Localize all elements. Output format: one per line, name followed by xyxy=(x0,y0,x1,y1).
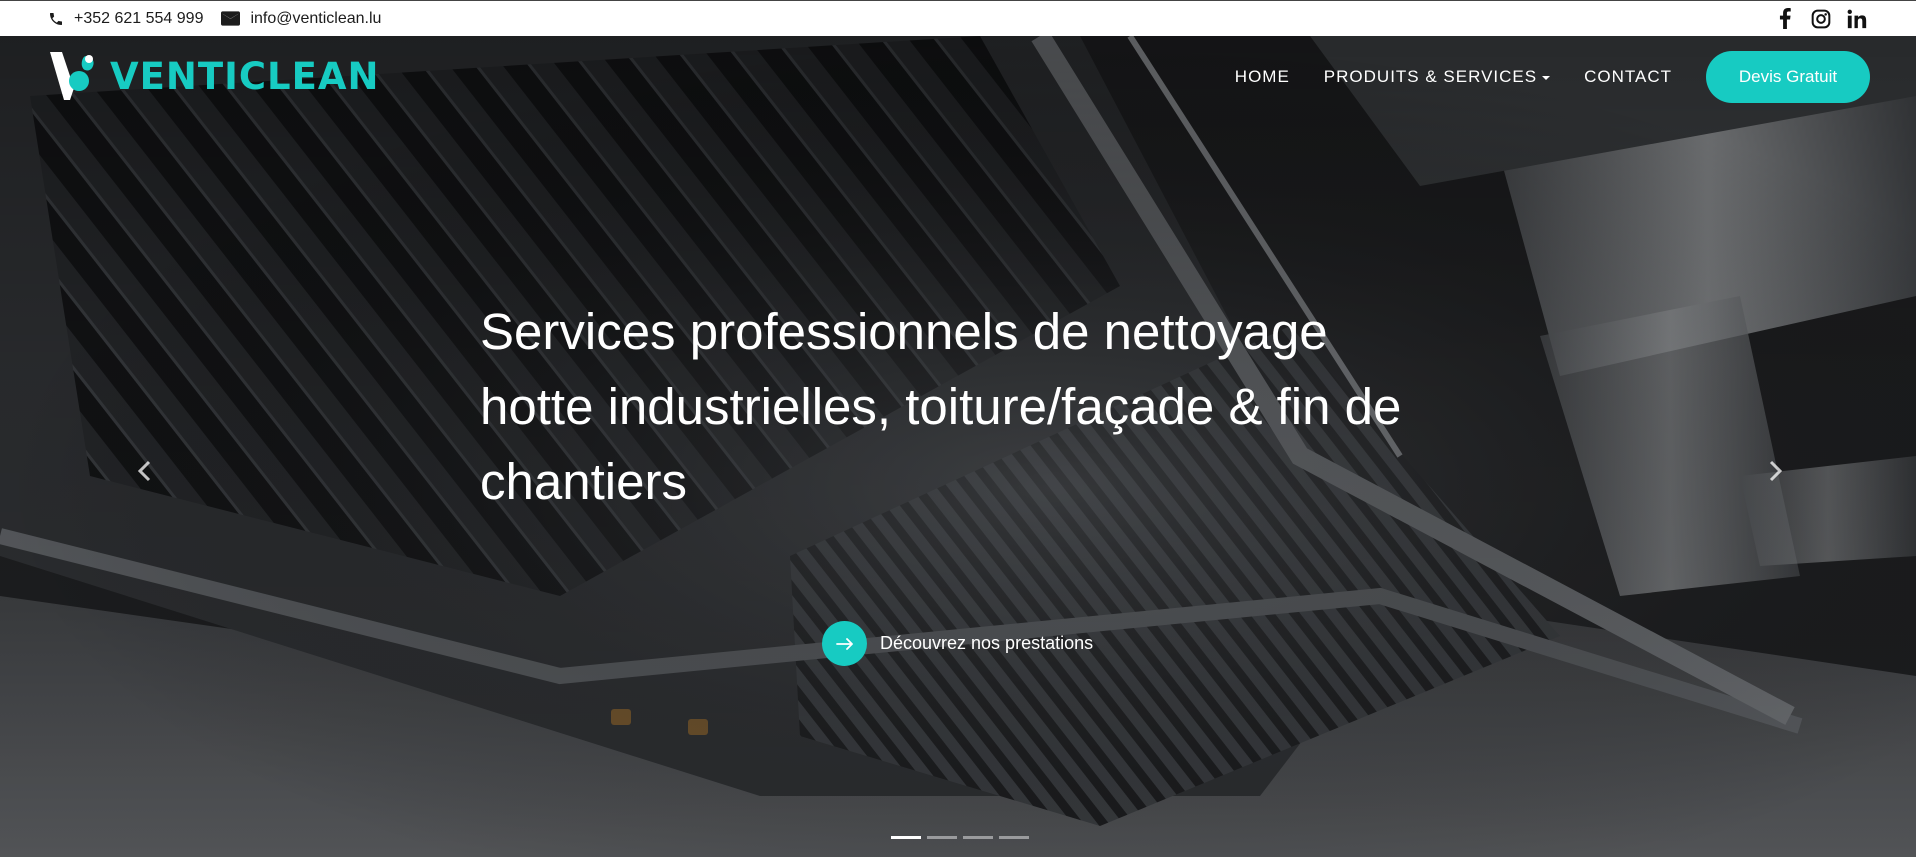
logo-text: VENTICLEAN xyxy=(110,54,380,98)
nav-contact[interactable]: CONTACT xyxy=(1567,51,1689,103)
email-address: info@venticlean.lu xyxy=(250,9,382,27)
carousel-indicators xyxy=(891,836,1029,839)
facebook-link[interactable] xyxy=(1774,8,1796,30)
main-nav: HOME PRODUITS & SERVICES CONTACT Devis G… xyxy=(1218,51,1870,103)
phone-icon xyxy=(50,12,62,25)
free-quote-button[interactable]: Devis Gratuit xyxy=(1706,51,1870,103)
arrow-right-icon xyxy=(835,637,853,650)
linkedin-link[interactable] xyxy=(1846,8,1868,30)
chevron-left-icon xyxy=(137,460,151,482)
venticlean-logo-icon xyxy=(50,52,94,100)
carousel-indicator-3[interactable] xyxy=(963,836,993,839)
caret-down-icon xyxy=(1542,76,1551,80)
top-contact-bar: +352 621 554 999 info@venticlean.lu xyxy=(0,0,1916,36)
carousel-indicator-2[interactable] xyxy=(927,836,957,839)
cta-circle xyxy=(822,621,867,666)
chevron-right-icon xyxy=(1769,460,1783,482)
hero-title: Services professionnels de nettoyage hot… xyxy=(480,303,1402,510)
nav-home[interactable]: HOME xyxy=(1218,51,1307,103)
carousel-next-button[interactable] xyxy=(1761,456,1791,486)
facebook-icon xyxy=(1779,8,1791,29)
phone-number: +352 621 554 999 xyxy=(74,9,204,27)
nav-contact-label: CONTACT xyxy=(1584,67,1672,86)
cta-label: Découvrez nos prestations xyxy=(880,633,1094,653)
carousel-prev-button[interactable] xyxy=(129,456,159,486)
logo-link[interactable]: VENTICLEAN xyxy=(48,50,380,102)
contact-info: +352 621 554 999 info@venticlean.lu xyxy=(48,10,381,28)
email-link[interactable]: info@venticlean.lu xyxy=(221,10,381,28)
carousel-indicator-1[interactable] xyxy=(891,836,921,839)
instagram-icon xyxy=(1811,9,1831,28)
instagram-link[interactable] xyxy=(1810,8,1832,30)
nav-products-services[interactable]: PRODUITS & SERVICES xyxy=(1307,51,1567,103)
site-header: VENTICLEAN HOME PRODUITS & SERVICES CONT… xyxy=(0,36,1916,116)
linkedin-icon xyxy=(1847,9,1867,28)
carousel-indicator-4[interactable] xyxy=(999,836,1029,839)
hero-slider: Services professionnels de nettoyage hot… xyxy=(0,36,1916,857)
discover-services-link[interactable]: Découvrez nos prestations xyxy=(822,621,1093,666)
phone-link[interactable]: +352 621 554 999 xyxy=(48,10,203,28)
nav-home-label: HOME xyxy=(1234,67,1290,86)
social-links xyxy=(1774,8,1868,30)
mail-icon xyxy=(221,11,241,26)
nav-products-label: PRODUITS & SERVICES xyxy=(1323,67,1538,86)
